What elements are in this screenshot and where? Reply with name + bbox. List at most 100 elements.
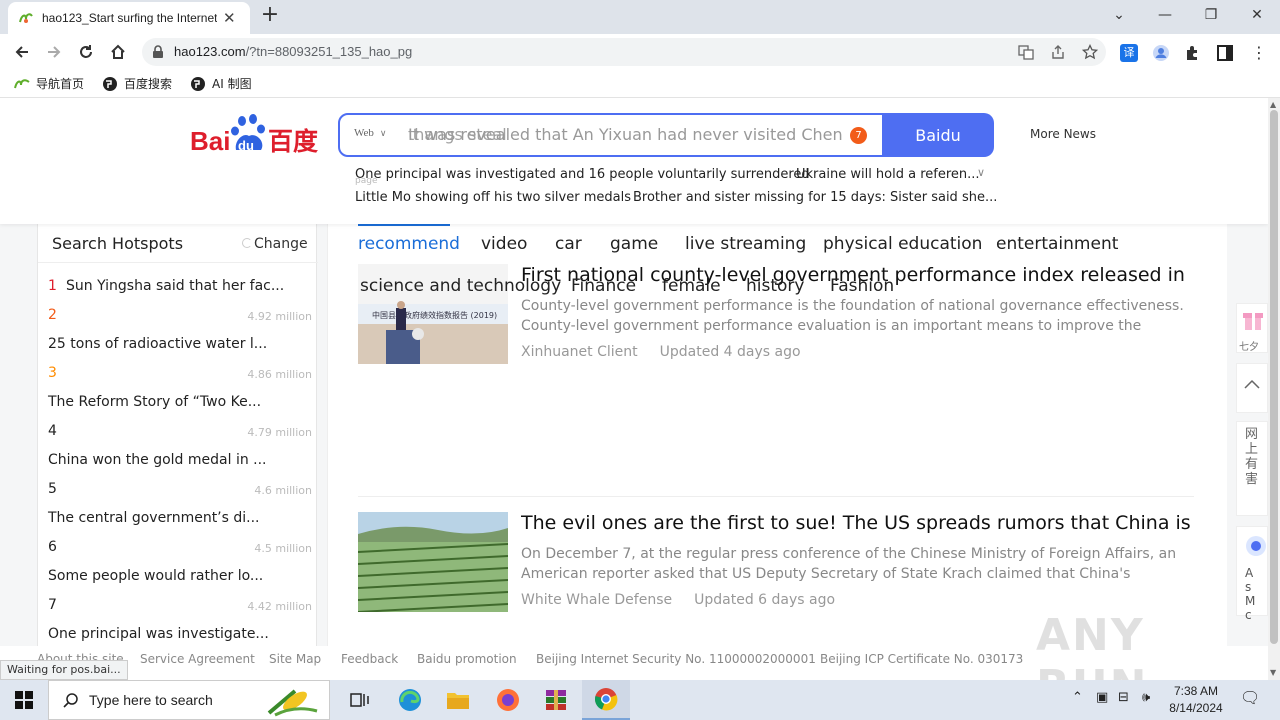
tab-Fashion[interactable]: Fashion — [830, 276, 894, 296]
taskbar-clock[interactable]: 7:38 AM 8/14/2024 — [1164, 683, 1228, 717]
hot-news-link[interactable]: One principal was investigated and 16 pe… — [355, 167, 810, 182]
page-scrollbar[interactable]: ▲ ▼ — [1268, 98, 1280, 680]
baidu-search-button[interactable]: Baidu — [882, 113, 994, 157]
tab-search-chevron-icon[interactable]: ⌄ — [1096, 0, 1142, 30]
hotspot-row[interactable]: One principal was investigate... — [48, 620, 312, 649]
article-source[interactable]: Xinhuanet Client — [521, 344, 638, 360]
back-button[interactable] — [10, 40, 34, 64]
footer-link[interactable]: Beijing Internet Security No. 1100000200… — [536, 652, 816, 666]
firefox-taskbar-button[interactable] — [484, 680, 532, 720]
back-to-top-button[interactable] — [1236, 363, 1268, 413]
reload-button[interactable] — [74, 40, 98, 64]
tab-game[interactable]: game — [610, 234, 658, 254]
hotspot-title[interactable]: The Reform Story of “Two Ke... — [48, 394, 261, 410]
article-thumbnail[interactable] — [358, 512, 508, 612]
tab-history[interactable]: history — [746, 276, 804, 296]
tab-physical-education[interactable]: physical education — [823, 234, 982, 254]
forward-button[interactable] — [42, 40, 66, 64]
new-tab-button[interactable]: + — [258, 4, 282, 28]
translate-icon[interactable] — [1018, 44, 1034, 60]
restore-button[interactable]: ❐ — [1188, 0, 1234, 30]
hotspot-row[interactable]: Some people would rather lo... — [48, 562, 312, 591]
baidu-logo[interactable]: Bai du 百度 — [190, 112, 322, 156]
report-harmful-widget[interactable]: 网上有害 — [1236, 421, 1268, 516]
url-text[interactable]: hao123.com/?tn=88093251_135_hao_pg — [174, 44, 412, 59]
tab-live-streaming[interactable]: live streaming — [685, 234, 806, 254]
browser-tab[interactable]: hao123_Start surfing the Internet ✕ — [8, 2, 250, 34]
network-icon[interactable]: ⊟ — [1118, 690, 1129, 705]
scroll-down-icon[interactable]: ▼ — [1270, 668, 1276, 677]
hotspot-row[interactable]: 1 Sun Yingsha said that her fac... — [48, 272, 312, 301]
hot-news-link[interactable]: Brother and sister missing for 15 days: … — [633, 190, 997, 205]
meet-now-icon[interactable]: ▣ — [1096, 690, 1108, 705]
translate-extension-icon[interactable]: 译 — [1120, 44, 1138, 62]
hotspot-row[interactable]: 25 tons of radioactive water l... — [48, 330, 312, 359]
task-view-button[interactable] — [336, 680, 384, 720]
change-button[interactable]: Change — [242, 236, 308, 252]
footer-link[interactable]: Site Map — [269, 652, 321, 666]
hotspot-title[interactable]: One principal was investigate... — [48, 626, 269, 642]
tab-recommend[interactable]: recommend — [358, 234, 460, 254]
volume-icon[interactable]: 🕪 — [1142, 690, 1150, 705]
tray-overflow-chevron-icon[interactable]: ⌃ — [1072, 690, 1083, 705]
hotspot-title[interactable]: 25 tons of radioactive water l... — [48, 336, 267, 352]
bookmark-daohang[interactable]: 导航首页 — [14, 75, 84, 92]
more-news-link[interactable]: More News — [1030, 127, 1096, 141]
assistant-widget[interactable]: As Mc — [1236, 526, 1268, 622]
hotspot-title[interactable]: The central government’s di... — [48, 510, 260, 526]
search-icon — [63, 693, 78, 708]
menu-kebab-icon[interactable]: ⋮ — [1250, 44, 1268, 62]
hotspot-row[interactable]: The central government’s di... — [48, 504, 312, 533]
notification-center-icon[interactable]: 🗨 — [1240, 688, 1260, 707]
chevron-down-icon[interactable]: ∨ — [977, 166, 985, 179]
article-source[interactable]: White Whale Defense — [521, 592, 672, 608]
tab-car[interactable]: car — [555, 234, 582, 254]
bookmark-ai-image[interactable]: AI 制图 — [190, 75, 252, 92]
side-panel-icon[interactable] — [1216, 44, 1234, 62]
footer-link[interactable]: Baidu promotion — [417, 652, 517, 666]
search-input[interactable]: It was revealed that An Yixuan had never… — [408, 125, 843, 144]
hotspot-title[interactable]: Some people would rather lo... — [48, 568, 263, 584]
extensions-puzzle-icon[interactable] — [1184, 44, 1202, 62]
home-button[interactable] — [106, 40, 130, 64]
tab-close-icon[interactable]: ✕ — [223, 9, 236, 27]
taskbar-search-box[interactable]: Type here to search — [48, 680, 330, 720]
tab-female[interactable]: female — [662, 276, 721, 296]
tab-science-and-technology[interactable]: science and technology — [360, 276, 561, 296]
minimize-button[interactable]: — — [1142, 0, 1188, 30]
hotspot-title[interactable]: Sun Yingsha said that her fac... — [66, 278, 284, 294]
folder-icon — [447, 693, 469, 709]
share-icon[interactable] — [1050, 44, 1066, 60]
search-scope-dropdown[interactable]: Web ∨ — [354, 127, 386, 139]
tab-video[interactable]: video — [481, 234, 527, 254]
winrar-taskbar-button[interactable] — [532, 680, 580, 720]
start-button[interactable] — [0, 680, 48, 720]
footer-link[interactable]: Service Agreement — [140, 652, 255, 666]
tab-Finance[interactable]: Finance — [571, 276, 636, 296]
scroll-up-icon[interactable]: ▲ — [1270, 100, 1276, 109]
edge-taskbar-button[interactable] — [386, 680, 434, 720]
scrollbar-thumb[interactable] — [1270, 110, 1278, 644]
hotspot-row[interactable]: The Reform Story of “Two Ke... — [48, 388, 312, 417]
bookmark-baidu-search[interactable]: 百度搜索 — [102, 75, 172, 92]
qixi-widget[interactable]: 七夕 — [1236, 303, 1268, 353]
news-article[interactable]: The evil ones are the first to sue! The … — [358, 512, 1194, 624]
hotspot-row[interactable]: China won the gold medal in ... — [48, 446, 312, 475]
hot-news-link[interactable]: Little Mo showing off his two silver med… — [355, 190, 631, 205]
article-title[interactable]: The evil ones are the first to sue! The … — [521, 512, 1191, 534]
footer-link[interactable]: Feedback — [341, 652, 398, 666]
search-box[interactable]: Web ∨ thangs steal It was revealed that A… — [338, 113, 884, 157]
hotspot-title[interactable]: China won the gold medal in ... — [48, 452, 267, 468]
lock-icon[interactable] — [152, 45, 164, 59]
article-updated: Updated 6 days ago — [694, 592, 836, 608]
address-bar[interactable]: hao123.com/?tn=88093251_135_hao_pg — [142, 38, 1106, 66]
footer-link[interactable]: Beijing ICP Certificate No. 030173 — [820, 652, 1023, 666]
profile-icon[interactable] — [1152, 44, 1170, 62]
file-explorer-taskbar-button[interactable] — [434, 680, 482, 720]
tab-entertainment[interactable]: entertainment — [996, 234, 1118, 254]
hot-news-link[interactable]: Ukraine will hold a referen... — [796, 167, 980, 182]
hotspot-rank: 7 — [48, 597, 57, 613]
bookmark-star-icon[interactable] — [1082, 44, 1098, 60]
chrome-taskbar-button[interactable] — [582, 680, 630, 720]
close-window-button[interactable]: ✕ — [1234, 0, 1280, 30]
